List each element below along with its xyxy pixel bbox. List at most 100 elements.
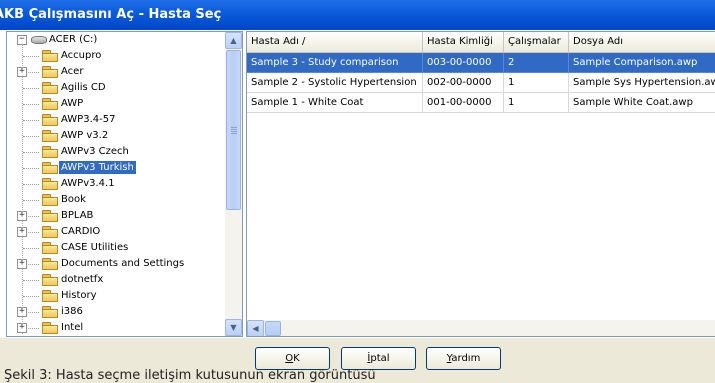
table-cell: Sample Sys Hypertension.awp xyxy=(569,73,715,93)
drive-icon xyxy=(31,36,47,44)
tree-item-label: History xyxy=(61,290,97,301)
table-cell: Sample White Coat.awp xyxy=(569,93,715,113)
scroll-up-button[interactable]: ▲ xyxy=(225,32,242,49)
tree-item-label: Book xyxy=(61,194,86,205)
scroll-thumb[interactable] xyxy=(226,50,241,210)
folder-tree[interactable]: − ACER (C:) Accupro + Acer Agilis CD AWP AWP3… xyxy=(6,31,243,337)
folder-icon xyxy=(42,210,58,222)
expand-icon[interactable]: + xyxy=(17,323,27,333)
tree-line xyxy=(23,136,39,137)
tree-line xyxy=(23,248,39,249)
table-cell: 001-00-0000 xyxy=(423,93,504,113)
tree-line xyxy=(23,56,39,57)
table-cell: 2 xyxy=(504,53,569,73)
tree-item[interactable]: Book xyxy=(7,192,225,208)
table-row[interactable]: Sample 2 - Systolic Hypertension 002-00-0… xyxy=(247,73,715,93)
table-cell: 1 xyxy=(504,93,569,113)
expand-icon[interactable]: + xyxy=(17,67,27,77)
tree-root-label: ACER (C:) xyxy=(49,34,98,45)
folder-icon xyxy=(42,66,58,78)
folder-icon xyxy=(42,178,58,190)
cancel-button[interactable]: İptal xyxy=(341,347,416,370)
column-header[interactable]: Hasta Adı / xyxy=(247,32,423,52)
help-button[interactable]: Yardım xyxy=(426,347,501,370)
folder-icon xyxy=(42,242,58,254)
expand-icon[interactable]: + xyxy=(17,259,27,269)
expand-icon[interactable]: + xyxy=(17,211,27,221)
folder-icon xyxy=(42,306,58,318)
tree-item-label: BPLAB xyxy=(61,210,94,221)
folder-icon xyxy=(42,146,58,158)
cancel-label: ptal xyxy=(370,353,390,364)
tree-item[interactable]: dotnetfx xyxy=(7,272,225,288)
tree-item[interactable]: + CARDIO xyxy=(7,224,225,240)
ok-mnemonic: O xyxy=(285,353,294,364)
folder-icon xyxy=(42,274,58,286)
table-cell: 002-00-0000 xyxy=(423,73,504,93)
tree-line xyxy=(23,200,39,201)
column-header[interactable]: Çalışmalar xyxy=(504,32,569,52)
ok-button[interactable]: OK xyxy=(255,347,330,370)
tree-item-label: CARDIO xyxy=(61,226,101,237)
scroll-down-button[interactable]: ▼ xyxy=(225,319,242,336)
tree-item-label: dotnetfx xyxy=(61,274,104,285)
tree-item-label: AWP v3.2 xyxy=(61,130,109,141)
tree-item[interactable]: + Acer xyxy=(7,64,225,80)
table-row[interactable]: Sample 3 - Study comparison 003-00-0000 2 S… xyxy=(247,53,715,73)
column-header[interactable]: Hasta Kimliği xyxy=(423,32,504,52)
tree-item[interactable]: AWPv3.4.1 xyxy=(7,176,225,192)
folder-icon xyxy=(42,194,58,206)
scroll-left-button[interactable]: ◀ xyxy=(247,320,264,336)
tree-item[interactable]: History xyxy=(7,288,225,304)
tree-item-label: AWPv3 Czech xyxy=(61,146,129,157)
tree-item-label: Documents and Settings xyxy=(61,258,185,269)
folder-icon xyxy=(42,290,58,302)
tree-item[interactable]: AWP v3.2 xyxy=(7,128,225,144)
folder-icon xyxy=(42,226,58,238)
table-row[interactable]: Sample 1 - White Coat 001-00-0000 1 Sample … xyxy=(247,93,715,113)
patient-list[interactable]: Hasta Adı / Hasta Kimliği Çalışmalar Dosya … xyxy=(246,31,715,337)
tree-item[interactable]: AWPv3 Turkish xyxy=(7,160,225,176)
tree-item[interactable]: + Intel xyxy=(7,320,225,336)
tree-item[interactable]: AWPv3 Czech xyxy=(7,144,225,160)
column-header[interactable]: Dosya Adı xyxy=(569,32,715,52)
expand-icon[interactable]: + xyxy=(17,307,27,317)
tree-vertical-scrollbar[interactable]: ▲ ▼ xyxy=(225,32,242,336)
tree-line xyxy=(23,184,39,185)
table-cell: 1 xyxy=(504,73,569,93)
tree-item-label: Accupro xyxy=(61,50,102,61)
table-cell: Sample 2 - Systolic Hypertension xyxy=(247,73,423,93)
tree-item-label: AWP xyxy=(61,98,84,109)
table-cell: Sample 3 - Study comparison xyxy=(247,53,423,73)
folder-icon xyxy=(42,114,58,126)
window-title: AKB Çalışmasını Aç - Hasta Seç xyxy=(0,7,222,22)
folder-icon xyxy=(42,322,58,334)
table-cell: 003-00-0000 xyxy=(423,53,504,73)
tree-root[interactable]: − ACER (C:) xyxy=(7,32,225,48)
tree-line xyxy=(23,168,39,169)
expand-icon[interactable]: + xyxy=(17,227,27,237)
list-horizontal-scrollbar[interactable]: ◀ xyxy=(247,320,715,336)
folder-icon xyxy=(42,50,58,62)
folder-icon xyxy=(42,130,58,142)
tree-line xyxy=(23,120,39,121)
tree-item[interactable]: AWP3.4-57 xyxy=(7,112,225,128)
tree-item-label: CASE Utilities xyxy=(61,242,129,253)
caption-text: Şekil 3: Hasta seçme iletişim kutusunun … xyxy=(4,369,376,383)
tree-line xyxy=(23,152,39,153)
folder-icon xyxy=(42,258,58,270)
tree-item[interactable]: + BPLAB xyxy=(7,208,225,224)
table-cell: Sample 1 - White Coat xyxy=(247,93,423,113)
tree-item-label: Intel xyxy=(61,322,84,333)
tree-item[interactable]: Agilis CD xyxy=(7,80,225,96)
tree-item[interactable]: AWP xyxy=(7,96,225,112)
tree-item[interactable]: + Documents and Settings xyxy=(7,256,225,272)
tree-line xyxy=(23,104,39,105)
scroll-thumb[interactable] xyxy=(265,321,281,336)
tree-line xyxy=(23,280,39,281)
tree-line xyxy=(23,88,39,89)
tree-item[interactable]: CASE Utilities xyxy=(7,240,225,256)
tree-item-label: Agilis CD xyxy=(61,82,106,93)
tree-item[interactable]: + i386 xyxy=(7,304,225,320)
tree-item[interactable]: Accupro xyxy=(7,48,225,64)
